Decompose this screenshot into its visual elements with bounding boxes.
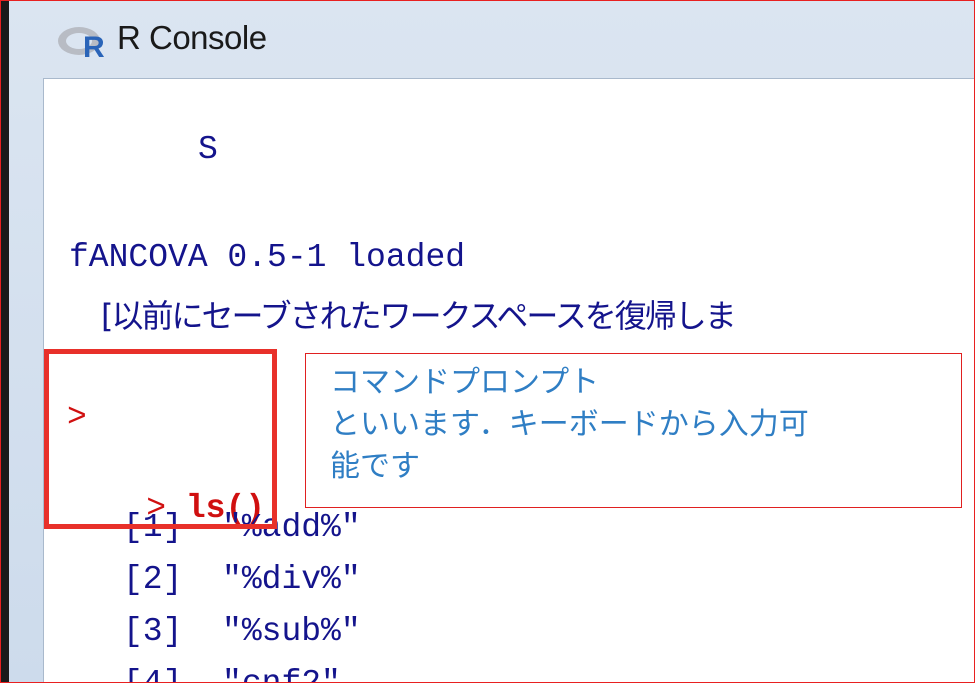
callout-line: コマンドプロンプト: [330, 365, 600, 400]
screenshot-frame: R R Console S fANCOVA 0.5-1 loaded [以前にセ…: [0, 0, 975, 683]
console-banner-char: S: [198, 131, 218, 168]
console-loaded-message: fANCOVA 0.5-1 loaded: [69, 239, 466, 276]
annotation-callout: コマンドプロンプト といいます．キーボードから入力可 能です: [305, 353, 962, 508]
output-value: "cnf2": [222, 665, 341, 682]
output-index: [2]: [123, 561, 183, 598]
output-value: "%sub%": [222, 613, 361, 650]
svg-text:R: R: [83, 31, 105, 61]
window-left-edge: [1, 1, 9, 682]
title-bar[interactable]: R R Console: [9, 1, 974, 77]
output-index: [3]: [123, 613, 183, 650]
prompt-highlight-box: [44, 349, 277, 529]
output-row: [3] "%sub%": [123, 613, 361, 650]
callout-line: 能です: [330, 449, 420, 484]
output-index: [4]: [123, 665, 182, 682]
output-row: [2] "%div%": [123, 561, 361, 598]
console-restore-message: [以前にセーブされたワークスペースを復帰しま: [101, 297, 737, 335]
window-title: R Console: [117, 19, 267, 56]
callout-line: といいます．キーボードから入力可: [330, 407, 809, 442]
output-row: [4] "cnf2": [123, 665, 341, 682]
r-logo-icon: R: [58, 27, 105, 61]
output-value: "%div%": [222, 561, 361, 598]
